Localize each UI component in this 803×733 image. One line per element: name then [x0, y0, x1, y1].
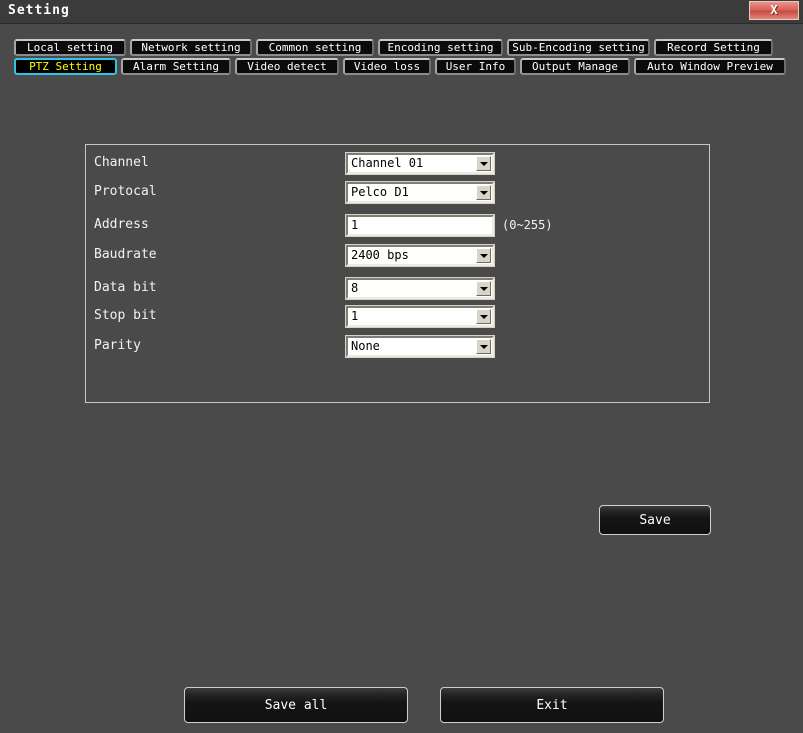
form-row: Channel Channel 01: [86, 152, 709, 175]
tab-record-setting[interactable]: Record Setting: [654, 39, 773, 56]
form-row: Address 1 (0~255): [86, 214, 709, 237]
tab-alarm-setting[interactable]: Alarm Setting: [121, 58, 231, 75]
tab-auto-window-preview[interactable]: Auto Window Preview: [634, 58, 786, 75]
tab-local-setting[interactable]: Local setting: [14, 39, 126, 56]
page-title: Setting: [8, 3, 70, 18]
field-value: None: [351, 339, 380, 353]
select-data-bit[interactable]: 8: [345, 277, 495, 300]
tab-label: Record Setting: [667, 41, 760, 54]
tab-encoding-setting[interactable]: Encoding setting: [378, 39, 503, 56]
chevron-down-icon[interactable]: [476, 248, 491, 263]
field-label: Data bit: [94, 280, 157, 295]
tab-user-info[interactable]: User Info: [435, 58, 516, 75]
tab-label: Local setting: [26, 41, 114, 54]
form-row: Parity None: [86, 335, 709, 358]
exit-button[interactable]: Exit: [440, 687, 664, 723]
chevron-down-icon[interactable]: [476, 281, 491, 296]
form-row: Stop bit 1: [86, 305, 709, 328]
tab-label: Network setting: [141, 41, 241, 54]
field-label: Baudrate: [94, 247, 157, 262]
chevron-down-icon[interactable]: [476, 185, 491, 200]
tab-label: Sub-Encoding setting: [512, 41, 645, 54]
field-value: Pelco D1: [351, 185, 409, 199]
form-row: Data bit 8: [86, 277, 709, 300]
window-title-bar: Setting X: [0, 0, 803, 24]
chevron-down-icon[interactable]: [476, 339, 491, 354]
tab-row-secondary: PTZ Setting Alarm Setting Video detect Vide…: [14, 58, 790, 75]
tab-label: Output Manage: [531, 60, 619, 73]
tab-sub-encoding-setting[interactable]: Sub-Encoding setting: [507, 39, 650, 56]
tab-label: Video detect: [247, 60, 327, 73]
tab-common-setting[interactable]: Common setting: [256, 39, 374, 56]
tab-label: Common setting: [268, 41, 362, 54]
tab-network-setting[interactable]: Network setting: [130, 39, 252, 56]
exit-button-label: Exit: [536, 697, 568, 713]
save-all-button-label: Save all: [264, 697, 328, 713]
field-value: 1: [351, 309, 359, 323]
tab-ptz-setting[interactable]: PTZ Setting: [14, 58, 117, 75]
select-stop-bit[interactable]: 1: [345, 305, 495, 328]
field-label: Channel: [94, 155, 149, 170]
field-label: Protocal: [94, 184, 157, 199]
tab-video-detect[interactable]: Video detect: [235, 58, 339, 75]
field-value: Channel 01: [351, 156, 424, 170]
select-protocal[interactable]: Pelco D1: [345, 181, 495, 204]
field-label: Parity: [94, 338, 141, 353]
save-all-button[interactable]: Save all: [184, 687, 408, 723]
save-button-label: Save: [639, 512, 671, 528]
close-button[interactable]: X: [749, 1, 799, 20]
tab-label: PTZ Setting: [29, 60, 102, 73]
chevron-down-icon[interactable]: [476, 156, 491, 171]
chevron-down-icon[interactable]: [476, 309, 491, 324]
select-channel[interactable]: Channel 01: [345, 152, 495, 175]
field-value: 8: [351, 281, 359, 295]
field-label: Stop bit: [94, 308, 157, 323]
select-parity[interactable]: None: [345, 335, 495, 358]
tab-label: Alarm Setting: [132, 60, 220, 73]
field-label: Address: [94, 217, 149, 232]
input-address[interactable]: 1: [345, 214, 495, 237]
ptz-settings-panel: Channel Channel 01 Protocal Pelco D1 Address…: [85, 144, 710, 403]
tab-label: Encoding setting: [387, 41, 494, 54]
form-row: Baudrate 2400 bps: [86, 244, 709, 267]
tab-video-loss[interactable]: Video loss: [343, 58, 431, 75]
form-row: Protocal Pelco D1: [86, 181, 709, 204]
close-icon: X: [770, 3, 778, 17]
tab-row-primary: Local setting Network setting Common setti…: [14, 39, 777, 56]
tab-label: User Info: [445, 60, 506, 73]
save-button[interactable]: Save: [599, 505, 711, 535]
field-hint: (0~255): [502, 218, 553, 232]
tab-label: Video loss: [353, 60, 421, 73]
tab-label: Auto Window Preview: [647, 60, 773, 73]
field-value: 2400 bps: [351, 248, 409, 262]
field-value: 1: [351, 218, 359, 232]
tab-output-manage[interactable]: Output Manage: [520, 58, 630, 75]
select-baudrate[interactable]: 2400 bps: [345, 244, 495, 267]
